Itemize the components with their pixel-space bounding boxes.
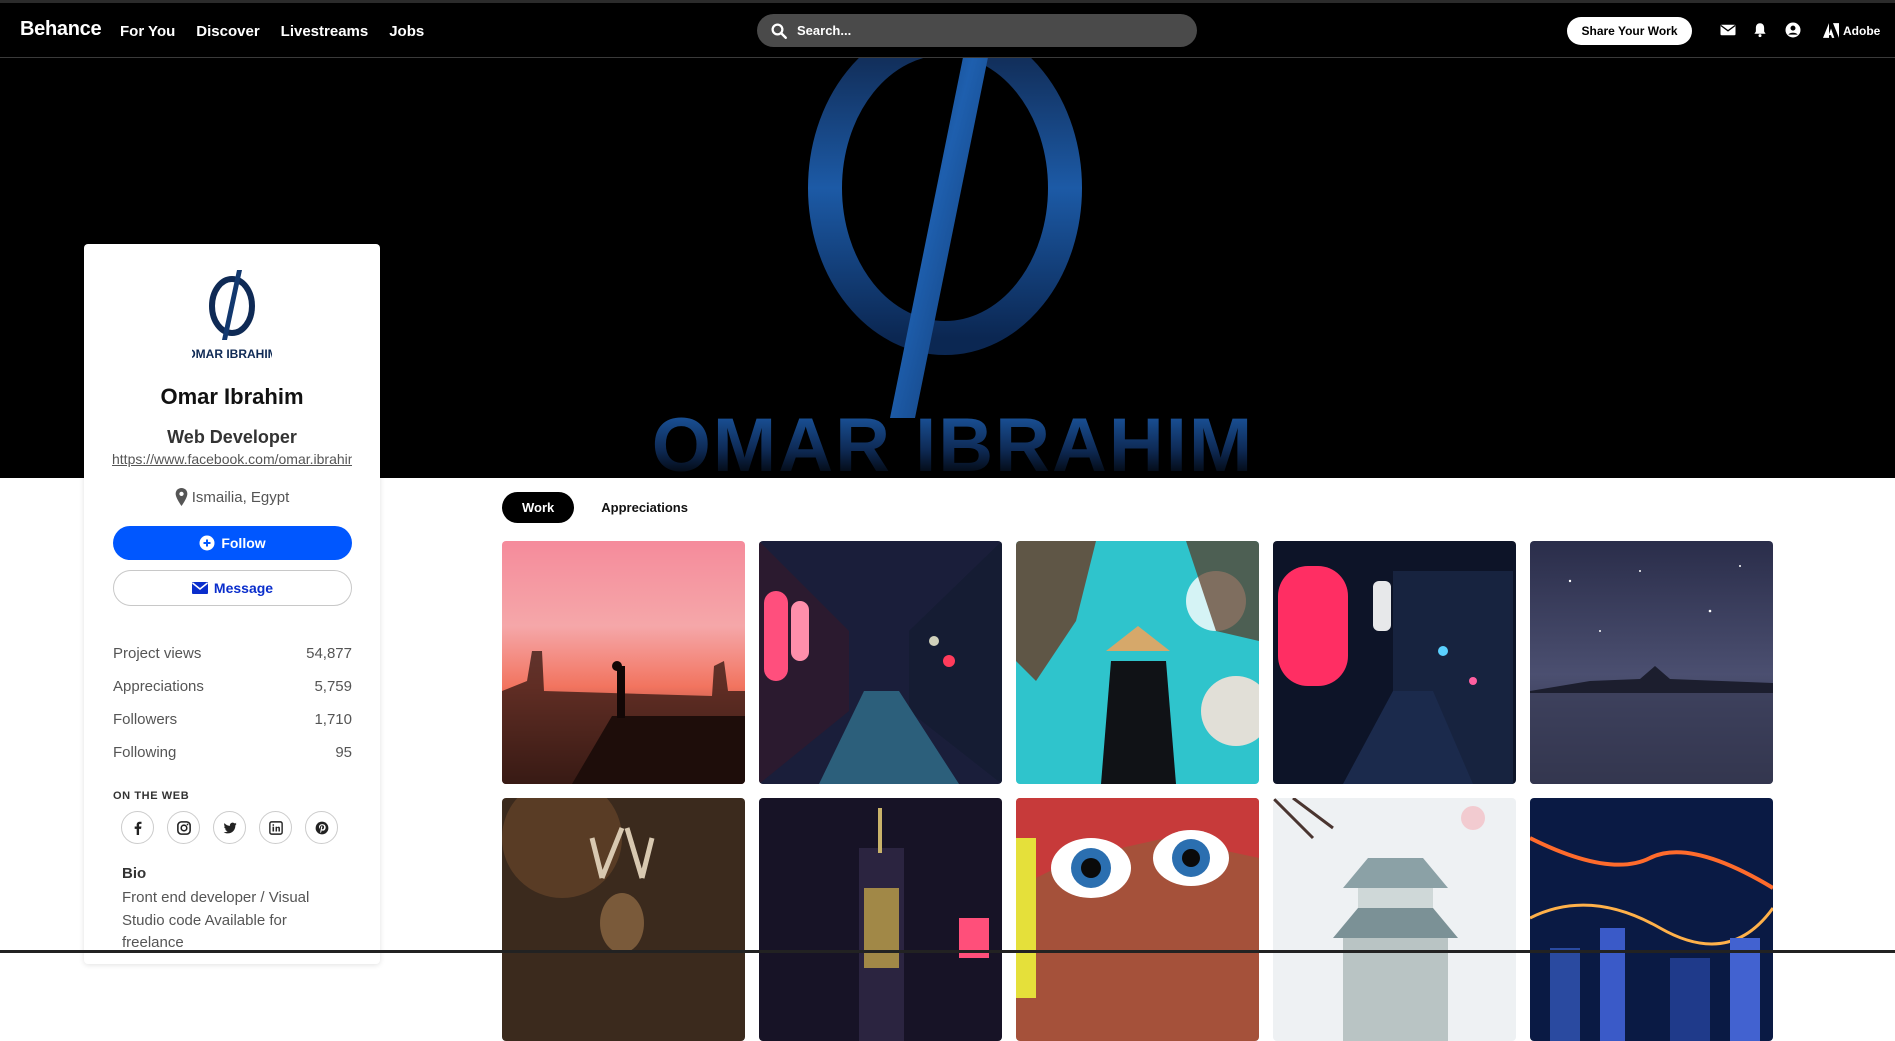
stat-label: Following [113,744,177,761]
tab-appreciations[interactable]: Appreciations [581,492,708,523]
adobe-logo-icon [1823,23,1839,38]
stat-row-project-views[interactable]: Project views 54,877 [113,645,352,678]
mail-icon [191,582,208,594]
nav-link-jobs[interactable]: Jobs [389,23,424,40]
stat-value: 1,710 [314,711,352,728]
profile-name: Omar Ibrahim [160,384,304,409]
project-thumbnail[interactable] [1016,541,1259,784]
plus-circle-icon [199,535,215,551]
stat-value: 54,877 [306,645,352,662]
primary-nav: For You Discover Livestreams Jobs [120,23,445,40]
profile-occupation: Web Developer [167,427,297,447]
bio-heading: Bio [122,865,147,882]
project-thumbnail[interactable] [1530,798,1773,1041]
account-icon[interactable] [1783,20,1803,40]
avatar[interactable]: OMAR IBRAHIM [192,266,272,362]
instagram-icon[interactable] [167,811,200,844]
pinterest-icon[interactable] [305,811,338,844]
stat-row-followers[interactable]: Followers 1,710 [113,711,352,744]
twitter-icon[interactable] [213,811,246,844]
behance-logo[interactable]: Behance [20,18,102,41]
nav-link-discover[interactable]: Discover [196,23,259,40]
stat-label: Followers [113,711,178,728]
profile-website-link[interactable]: https://www.facebook.com/omar.ibrahim [112,451,352,467]
follow-button[interactable]: Follow [113,526,352,560]
profile-card: OMAR IBRAHIM Omar Ibrahim Web Developer … [84,244,380,964]
phi-logo-icon [808,58,1082,418]
linkedin-icon[interactable] [259,811,292,844]
project-thumbnail[interactable] [1530,541,1773,784]
location-text: Ismailia, Egypt [191,488,290,506]
banner-name-text: OMAR IBRAHIM [648,408,1258,479]
search-icon [771,23,787,39]
stat-row-appreciations[interactable]: Appreciations 5,759 [113,678,352,711]
profile-location: Ismailia, Egypt [84,488,380,506]
stat-value: 95 [335,744,352,761]
stat-value: 5,759 [314,678,352,695]
project-thumbnail[interactable] [502,798,745,1041]
top-navigation-bar: Behance For You Discover Livestreams Job… [0,0,1895,58]
project-thumbnail[interactable] [759,541,1002,784]
stat-row-following[interactable]: Following 95 [113,744,352,777]
project-thumbnail[interactable] [1273,541,1516,784]
facebook-icon[interactable] [121,811,154,844]
social-links [121,811,338,844]
stat-label: Appreciations [113,678,204,695]
adobe-label: Adobe [1843,23,1881,38]
bell-icon[interactable] [1750,20,1770,40]
mail-icon[interactable] [1718,20,1738,40]
share-your-work-button[interactable]: Share Your Work [1567,17,1692,45]
message-label: Message [213,580,274,596]
bio-text: Front end developer / Visual Studio code… [122,889,310,951]
stat-label: Project views [113,645,202,662]
tab-work[interactable]: Work [502,492,575,523]
location-pin-icon [175,488,188,506]
search-placeholder: Search... [797,23,852,38]
profile-tabs: Work Appreciations [502,492,708,523]
on-the-web-heading: ON THE WEB [113,790,190,802]
adobe-link[interactable]: Adobe [1823,23,1880,38]
project-thumbnail[interactable] [1016,798,1259,1041]
project-thumbnail[interactable] [502,541,745,784]
message-button[interactable]: Message [113,570,352,606]
nav-link-for-you[interactable]: For You [120,23,175,40]
project-thumbnail[interactable] [1273,798,1516,1041]
profile-stats: Project views 54,877 Appreciations 5,759… [113,645,352,777]
search-input[interactable]: Search... [757,14,1197,47]
nav-link-livestreams[interactable]: Livestreams [281,23,369,40]
project-thumbnail[interactable] [759,798,1002,1041]
follow-label: Follow [221,535,266,551]
avatar-caption: OMAR IBRAHIM [192,347,272,361]
